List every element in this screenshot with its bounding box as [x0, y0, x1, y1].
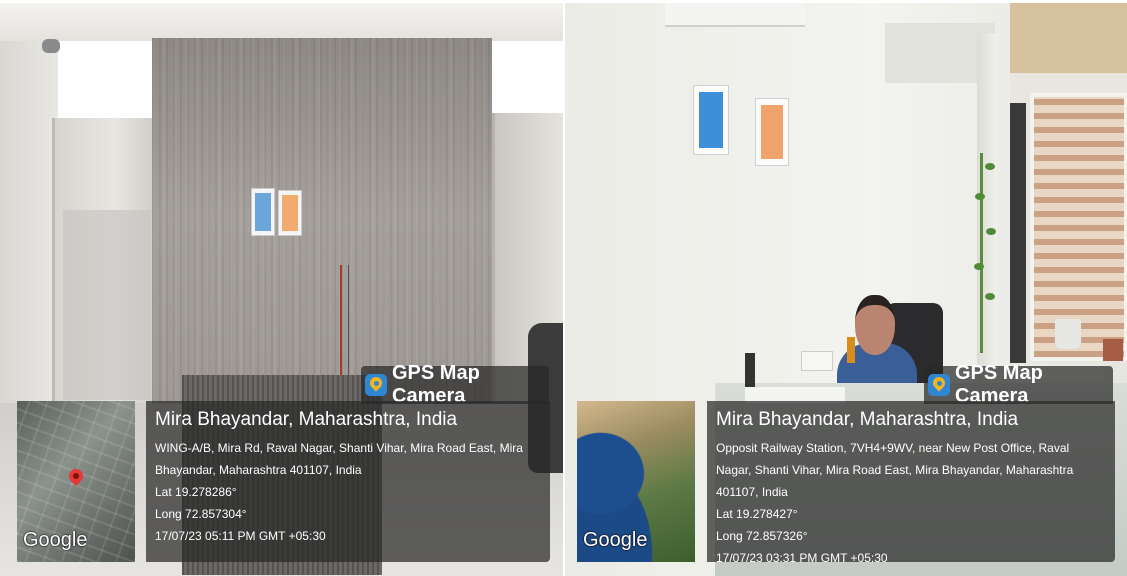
certificate-frame	[278, 190, 302, 236]
plant-pot	[1055, 319, 1081, 349]
location-info: Mira Bhayandar, Maharashtra, India WING-…	[146, 401, 550, 562]
latitude: Lat 19.278286°	[155, 485, 237, 499]
map-thumbnail: Google	[577, 401, 695, 562]
desk-phone	[745, 353, 755, 389]
latitude: Lat 19.278427°	[716, 507, 798, 521]
gps-camera-badge: GPS Map Camera	[361, 362, 549, 407]
map-thumbnail: Google	[17, 401, 135, 562]
hanging-wire	[340, 265, 349, 375]
certificate-frame	[693, 85, 729, 155]
ceiling	[0, 3, 563, 41]
certificate-frame	[755, 98, 789, 166]
window	[1010, 3, 1127, 363]
timestamp: 17/07/23 05:11 PM GMT +05:30	[155, 529, 326, 543]
glass-door-left	[52, 118, 155, 408]
person-head	[855, 295, 895, 355]
longitude: Long 72.857304°	[155, 507, 247, 521]
map-pin-icon	[66, 466, 86, 486]
plant-pot	[1103, 339, 1123, 361]
location-address: Opposit Railway Station, 7VH4+9WV, near …	[716, 441, 1074, 499]
wall-socket	[801, 351, 833, 371]
gps-map-camera-icon	[365, 374, 387, 396]
money-plant	[974, 153, 1009, 353]
photo-office-cabin: GPS Map Camera Google Mira Bhayandar, Ma…	[565, 3, 1127, 576]
location-city: Mira Bhayandar, Maharashtra, India	[716, 409, 1019, 430]
longitude: Long 72.857326°	[716, 529, 808, 543]
gps-map-camera-icon	[928, 374, 950, 396]
photo-reception-area: GPS Map Camera Google Mira Bhayandar, Ma…	[0, 3, 563, 576]
air-conditioner	[665, 3, 805, 27]
location-city: Mira Bhayandar, Maharashtra, India	[155, 409, 458, 430]
gps-camera-badge: GPS Map Camera	[924, 362, 1113, 407]
google-logo: Google	[583, 529, 648, 551]
location-address: WING-A/B, Mira Rd, Raval Nagar, Shanti V…	[155, 441, 523, 477]
timestamp: 17/07/23 03:31 PM GMT +05:30	[716, 551, 888, 565]
cctv-camera	[42, 39, 60, 53]
google-logo: Google	[23, 529, 88, 551]
location-info: Mira Bhayandar, Maharashtra, India Oppos…	[707, 401, 1115, 565]
bottle	[847, 337, 855, 363]
certificate-frame	[251, 188, 275, 236]
